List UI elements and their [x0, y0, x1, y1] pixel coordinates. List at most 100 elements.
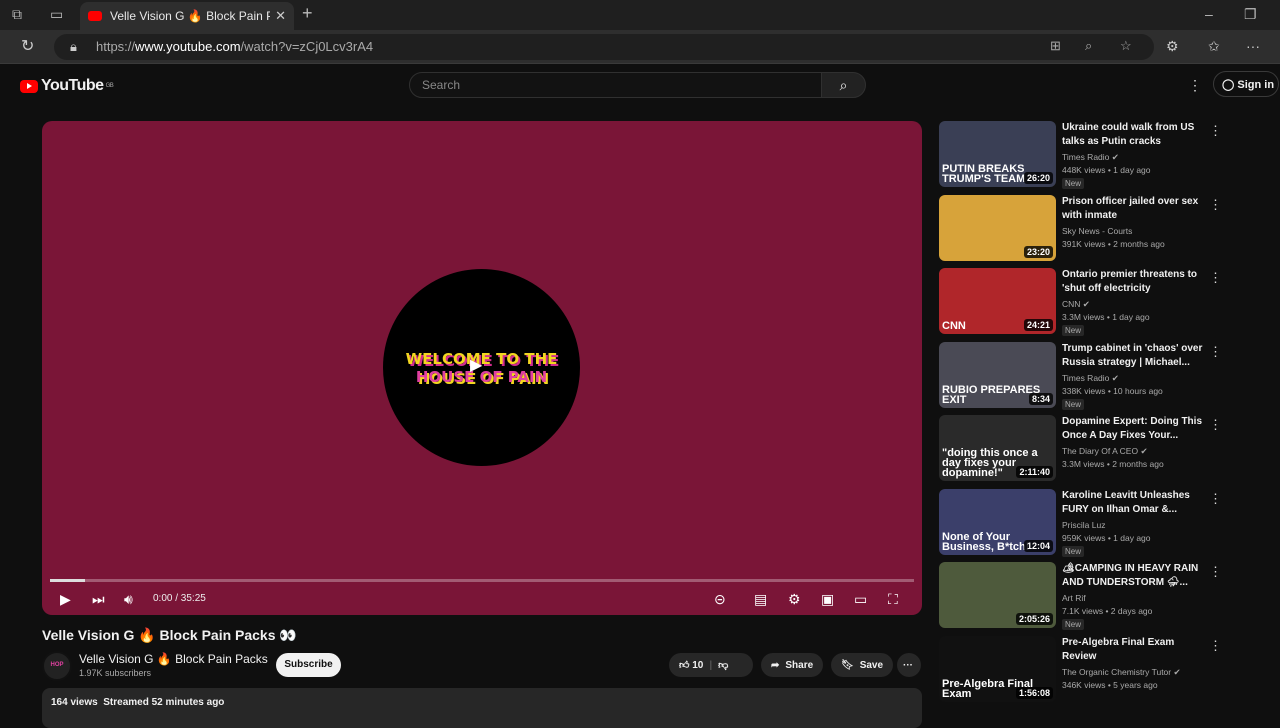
restore-icon[interactable]: ❐ [1244, 6, 1257, 23]
new-badge: New [1062, 619, 1085, 630]
favorite-star-icon[interactable]: ☆ [1120, 38, 1132, 54]
recommendation-title[interactable]: Pre-Algebra Final Exam Review [1062, 636, 1207, 664]
settings-gear-icon[interactable]: ⚙ [788, 591, 801, 608]
duration-badge: 1:56:08 [1015, 686, 1053, 699]
dislike-button[interactable]: 👎︎ [718, 659, 728, 671]
recommendation-item[interactable]: 23:20 Prison officer jailed over sex wit… [939, 194, 1222, 263]
bookmark-icon: 🔖︎ [841, 659, 854, 671]
subscribe-button[interactable]: Subscribe [276, 653, 341, 677]
close-tab-icon[interactable]: ✕ [275, 8, 286, 24]
browser-menu-icon[interactable]: ··· [1246, 38, 1260, 54]
video-thumbnail[interactable]: PUTIN BREAKS TRUMP'S TEAM 26:20 [939, 121, 1056, 187]
subtitles-button[interactable]: ▤ [754, 591, 767, 608]
video-player[interactable]: WELCOME TO THE HOUSE OF PAIN ▶ ▶ ⏭ 🔊︎ 0:0… [42, 121, 922, 615]
video-thumbnail[interactable]: "doing this once a day fixes your dopami… [939, 415, 1056, 481]
recommendation-item[interactable]: "doing this once a day fixes your dopami… [939, 415, 1222, 483]
recommendation-title[interactable]: Dopamine Expert: Doing This Once A Day F… [1062, 415, 1207, 443]
more-options-icon[interactable]: ⋮ [1209, 638, 1222, 654]
recommendation-channel[interactable]: Times Radio ✔ [1062, 373, 1119, 384]
more-options-icon[interactable]: ⋮ [1209, 344, 1222, 360]
browser-tab-active[interactable]: Velle Vision G 🔥 Block Pain Packs ✕ [80, 2, 294, 30]
next-button[interactable]: ⏭ [92, 591, 105, 608]
autoplay-toggle[interactable]: ⊝ [714, 591, 726, 608]
verified-icon: ✔ [1111, 152, 1119, 162]
recommendation-channel[interactable]: CNN ✔ [1062, 299, 1090, 310]
channel-label: The Diary Of A CEO [1062, 446, 1139, 456]
zoom-icon[interactable]: ⌕ [1085, 38, 1092, 54]
recommendation-item[interactable]: 2:05:26 🏕CAMPING IN HEAVY RAIN AND TUNDE… [939, 562, 1222, 630]
new-tab-icon[interactable]: + [302, 3, 313, 24]
recommendation-channel[interactable]: The Organic Chemistry Tutor ✔ [1062, 667, 1181, 678]
recommendation-title[interactable]: Ontario premier threatens to 'shut off e… [1062, 268, 1207, 296]
volume-button[interactable]: 🔊︎ [124, 591, 133, 608]
search-input[interactable]: Search [409, 72, 822, 98]
recommendation-item[interactable]: PUTIN BREAKS TRUMP'S TEAM 26:20 Ukraine … [939, 121, 1222, 189]
url-field[interactable]: 🔒︎ https://www.youtube.com/watch?v=zCj0L… [54, 34, 1154, 60]
share-button[interactable]: ➦ Share [761, 653, 824, 677]
recommendation-meta: 7.1K views • 2 days ago [1062, 606, 1153, 616]
recommendation-title[interactable]: 🏕CAMPING IN HEAVY RAIN AND TUNDERSTORM ⛈… [1062, 562, 1207, 590]
center-play-icon[interactable]: ▶ [470, 355, 494, 379]
more-options-icon[interactable]: ⋮ [1209, 491, 1222, 507]
sign-in-button[interactable]: ◯ Sign in [1213, 71, 1279, 97]
recommendation-title[interactable]: Ukraine could walk from US talks as Puti… [1062, 121, 1207, 149]
channel-avatar[interactable]: HOP [42, 651, 72, 681]
recommendation-title[interactable]: Karoline Leavitt Unleashes FURY on Ilhan… [1062, 489, 1207, 517]
video-thumbnail[interactable]: CNN 24:21 [939, 268, 1056, 334]
video-thumbnail[interactable]: None of Your Business, B*tch! 12:04 [939, 488, 1056, 555]
favorites-icon[interactable]: ✩ [1208, 38, 1220, 55]
miniplayer-button[interactable]: ▣ [821, 591, 834, 608]
lock-icon: 🔒︎ [70, 39, 77, 54]
theater-mode-button[interactable]: ▭ [854, 591, 867, 608]
video-thumbnail[interactable]: RUBIO PREPARES EXIT 8:34 [939, 341, 1056, 408]
more-options-icon[interactable]: ⋮ [1209, 270, 1222, 286]
progress-bar[interactable] [50, 579, 914, 582]
verified-icon: ✔ [1111, 372, 1119, 383]
workspaces-icon[interactable]: ⧉ [12, 6, 22, 23]
more-options-icon[interactable]: ⋮ [1209, 564, 1222, 580]
recommendation-item[interactable]: None of Your Business, B*tch! 12:04 Karo… [939, 488, 1222, 557]
channel-name[interactable]: Velle Vision G 🔥 Block Pain Packs [79, 652, 268, 666]
thumbs-up-icon: 👍︎ [679, 660, 690, 671]
tab-title: Velle Vision G 🔥 Block Pain Packs [110, 9, 270, 23]
duration-badge: 8:34 [1028, 392, 1053, 405]
more-options-icon[interactable]: ⋮ [1209, 197, 1222, 213]
refresh-icon[interactable]: ↻ [21, 36, 34, 56]
extensions-icon[interactable]: ⚙ [1166, 38, 1179, 55]
youtube-page: YouTube GB Search ⌕ ⋮ ◯ Sign in WELCOME T… [0, 65, 1280, 728]
recommendation-item[interactable]: Pre-Algebra Final Exam 1:56:08 Pre-Algeb… [939, 635, 1222, 704]
youtube-logo[interactable]: YouTube GB [20, 77, 114, 95]
video-thumbnail[interactable]: Pre-Algebra Final Exam 1:56:08 [939, 635, 1056, 702]
more-options-icon[interactable]: ⋮ [1209, 123, 1222, 139]
video-thumbnail[interactable]: 2:05:26 [939, 562, 1056, 628]
like-button[interactable]: 👍︎ 10 [679, 659, 703, 671]
like-dislike-group: 👍︎ 10 | 👎︎ [669, 653, 753, 677]
recommendation-channel[interactable]: The Diary Of A CEO ✔ [1062, 446, 1148, 457]
search-button[interactable]: ⌕ [821, 72, 866, 98]
description-box[interactable]: 164 views Streamed 52 minutes ago [42, 688, 922, 728]
tab-actions-icon[interactable]: ▭ [50, 6, 63, 23]
minimize-icon[interactable]: – [1205, 6, 1213, 22]
url-domain: www.youtube.com [135, 39, 241, 54]
channel-label: Times Radio [1062, 152, 1110, 162]
recommendation-meta: 338K views • 10 hours ago [1062, 385, 1163, 396]
recommendation-channel[interactable]: Art Rif [1062, 593, 1086, 603]
more-options-icon[interactable]: ⋮ [1209, 417, 1222, 433]
recommendation-item[interactable]: CNN 24:21 Ontario premier threatens to '… [939, 268, 1222, 336]
recommendation-title[interactable]: Prison officer jailed over sex with inma… [1062, 195, 1207, 223]
recommendation-channel[interactable]: Times Radio ✔ [1062, 152, 1119, 163]
video-thumbnail[interactable]: 23:20 [939, 194, 1056, 261]
app-icon[interactable]: ⊞ [1050, 38, 1061, 54]
save-button[interactable]: 🔖︎ Save [831, 653, 894, 677]
play-button[interactable]: ▶ [60, 591, 71, 608]
fullscreen-button[interactable]: ⛶ [888, 591, 898, 608]
more-actions-button[interactable]: ··· [897, 653, 921, 677]
recommendation-channel[interactable]: Priscila Luz [1062, 520, 1105, 530]
settings-menu-icon[interactable]: ⋮ [1188, 77, 1202, 94]
recommendation-item[interactable]: RUBIO PREPARES EXIT 8:34 Trump cabinet i… [939, 341, 1222, 410]
channel-label: Art Rif [1062, 593, 1086, 603]
recommendation-channel[interactable]: Sky News - Courts [1062, 226, 1132, 236]
share-label: Share [785, 659, 814, 671]
verified-icon: ✔ [1173, 666, 1181, 677]
recommendation-title[interactable]: Trump cabinet in 'chaos' over Russia str… [1062, 342, 1207, 370]
